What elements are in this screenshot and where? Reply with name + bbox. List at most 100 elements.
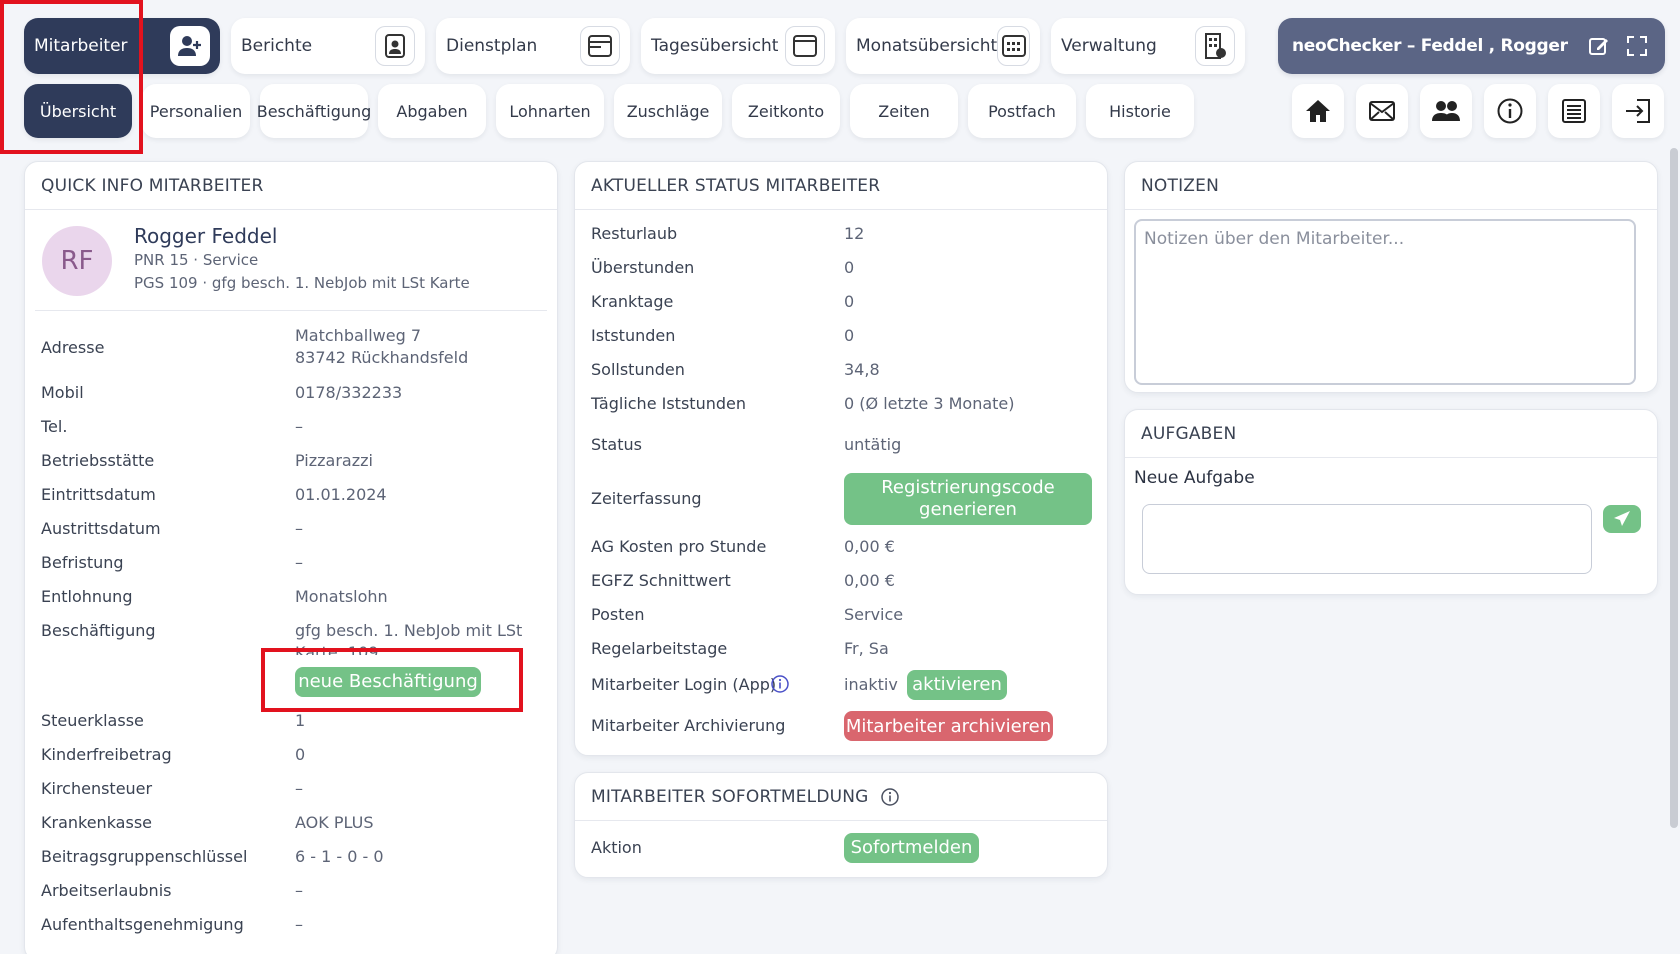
aktivieren-button[interactable]: aktivieren [907,670,1007,700]
list-icon[interactable] [1548,84,1600,138]
label-iststunden: Iststunden [591,326,676,345]
tab-label: Verwaltung [1061,36,1157,56]
value-ueberstunden: 0 [844,258,855,277]
label-eintrittsdatum: Eintrittsdatum [41,485,156,504]
value-status: untätig [844,435,902,454]
label-aufenthaltsgenehmigung: Aufenthaltsgenehmigung [41,915,244,934]
archivieren-button[interactable]: Mitarbeiter archivieren [844,711,1053,741]
label-aktion: Aktion [591,838,642,857]
label-egfz: EGFZ Schnittwert [591,571,731,590]
sub-nav: Übersicht Personalien Beschäftigung Abga… [24,84,1194,138]
tab-mitarbeiter[interactable]: Mitarbeiter [24,18,220,74]
subtab-label: Übersicht [39,101,117,121]
label-austrittsdatum: Austrittsdatum [41,519,161,538]
tab-label: Tagesübersicht [651,36,779,56]
label-mobil: Mobil [41,383,84,402]
value-login-app: inaktiv [844,675,898,694]
label-resturlaub: Resturlaub [591,224,678,243]
value-mobil: 0178/332233 [295,383,403,402]
notizen-textarea[interactable]: Notizen über den Mitarbeiter... [1134,219,1636,385]
label-kinderfreibetrag: Kinderfreibetrag [41,745,172,764]
tab-label: Berichte [241,36,313,56]
quick-info-card: QUICK INFO MITARBEITER RF Rogger Feddel … [24,161,558,954]
label-ag-kosten: AG Kosten pro Stunde [591,537,767,556]
subtab-zeiten[interactable]: Zeiten [850,84,958,138]
divider [35,310,547,311]
tab-monatsuebersicht[interactable]: Monatsübersicht [846,18,1040,74]
edit-icon[interactable] [1585,32,1613,60]
employee-pgs: PGS 109 · gfg besch. 1. NebJob mit LSt K… [134,274,470,292]
label-steuerklasse: Steuerklasse [41,711,144,730]
info-icon[interactable] [880,787,899,806]
aufgabe-textarea[interactable] [1142,504,1592,574]
value-adresse-city: 83742 Rückhandsfeld [295,348,469,367]
value-kranktage: 0 [844,292,855,311]
page-scrollbar[interactable] [1670,148,1678,828]
value-austrittsdatum: – [295,519,303,538]
mail-icon[interactable] [1356,84,1408,138]
send-icon [1614,511,1630,526]
subtab-label: Postfach [988,101,1056,121]
sofortmelden-button[interactable]: Sofortmelden [844,833,979,863]
users-icon[interactable] [1420,84,1472,138]
label-neue-aufgabe: Neue Aufgabe [1134,468,1255,488]
label-sollstunden: Sollstunden [591,360,685,379]
home-icon[interactable] [1292,84,1344,138]
card-header: MITARBEITER SOFORTMELDUNG [575,773,1107,821]
label-adresse: Adresse [41,338,105,357]
label-login-app: Mitarbeiter Login (App) [591,675,777,694]
subtab-zeitkonto[interactable]: Zeitkonto [732,84,840,138]
calendar-day-icon [785,26,825,66]
value-adresse-street: Matchballweg 7 [295,326,422,345]
value-eintrittsdatum: 01.01.2024 [295,485,387,504]
tab-berichte[interactable]: Berichte [231,18,425,74]
subtab-label: Lohnarten [509,101,591,121]
tab-dienstplan[interactable]: Dienstplan [436,18,630,74]
subtab-beschaeftigung[interactable]: Beschäftigung [257,84,371,138]
label-archivierung: Mitarbeiter Archivierung [591,716,786,735]
subtab-personalien[interactable]: Personalien [142,84,250,138]
send-button[interactable] [1603,505,1641,533]
subtab-postfach[interactable]: Postfach [968,84,1076,138]
label-arbeitserlaubnis: Arbeitserlaubnis [41,881,172,900]
value-beitragsgruppenschluessel: 6 - 1 - 0 - 0 [295,847,384,866]
info-icon[interactable] [771,675,789,697]
subtab-historie[interactable]: Historie [1086,84,1194,138]
fullscreen-icon[interactable] [1623,32,1651,60]
employee-name: Rogger Feddel [134,224,278,248]
value-resturlaub: 12 [844,224,865,243]
value-sollstunden: 34,8 [844,360,880,379]
value-krankenkasse: AOK PLUS [295,813,374,832]
subtab-uebersicht[interactable]: Übersicht [24,84,132,138]
subtab-label: Beschäftigung [256,101,372,121]
button-label-line1: Registrierungscode [881,477,1055,498]
notizen-card: NOTIZEN Notizen über den Mitarbeiter... [1124,161,1658,393]
tab-verwaltung[interactable]: Verwaltung [1051,18,1245,74]
subtab-lohnarten[interactable]: Lohnarten [496,84,604,138]
label-taegliche-iststunden: Tägliche Iststunden [591,394,746,413]
add-user-icon [170,26,210,66]
value-beschaeftigung-cont: Karte, 109 [295,643,379,655]
card-header: NOTIZEN [1125,162,1657,210]
label-status: Status [591,435,642,454]
value-betriebsstaette: Pizzarazzi [295,451,373,470]
subtab-abgaben[interactable]: Abgaben [378,84,486,138]
tab-tagesuebersicht[interactable]: Tagesübersicht [641,18,835,74]
logout-icon[interactable] [1612,84,1664,138]
avatar: RF [42,226,112,296]
value-steuerklasse: 1 [295,711,306,730]
neue-beschaeftigung-button[interactable]: neue Beschäftigung [295,667,481,697]
value-arbeitserlaubnis: – [295,881,303,900]
sofortmeldung-card: MITARBEITER SOFORTMELDUNG Aktion Sofortm… [574,772,1108,878]
label-beitragsgruppenschluessel: Beitragsgruppenschlüssel [41,847,248,866]
subtab-zuschlaege[interactable]: Zuschläge [614,84,722,138]
label-ueberstunden: Überstunden [591,258,695,277]
info-icon[interactable] [1484,84,1536,138]
label-befristung: Befristung [41,553,124,572]
value-egfz: 0,00 € [844,571,895,590]
subtab-label: Abgaben [396,101,468,121]
registrierungscode-button[interactable]: Registrierungscode generieren [844,473,1092,525]
value-aufenthaltsgenehmigung: – [295,915,303,934]
app-title-bar: neoChecker – Feddel , Rogger [1278,18,1665,74]
value-regelarbeitstage: Fr, Sa [844,639,889,658]
